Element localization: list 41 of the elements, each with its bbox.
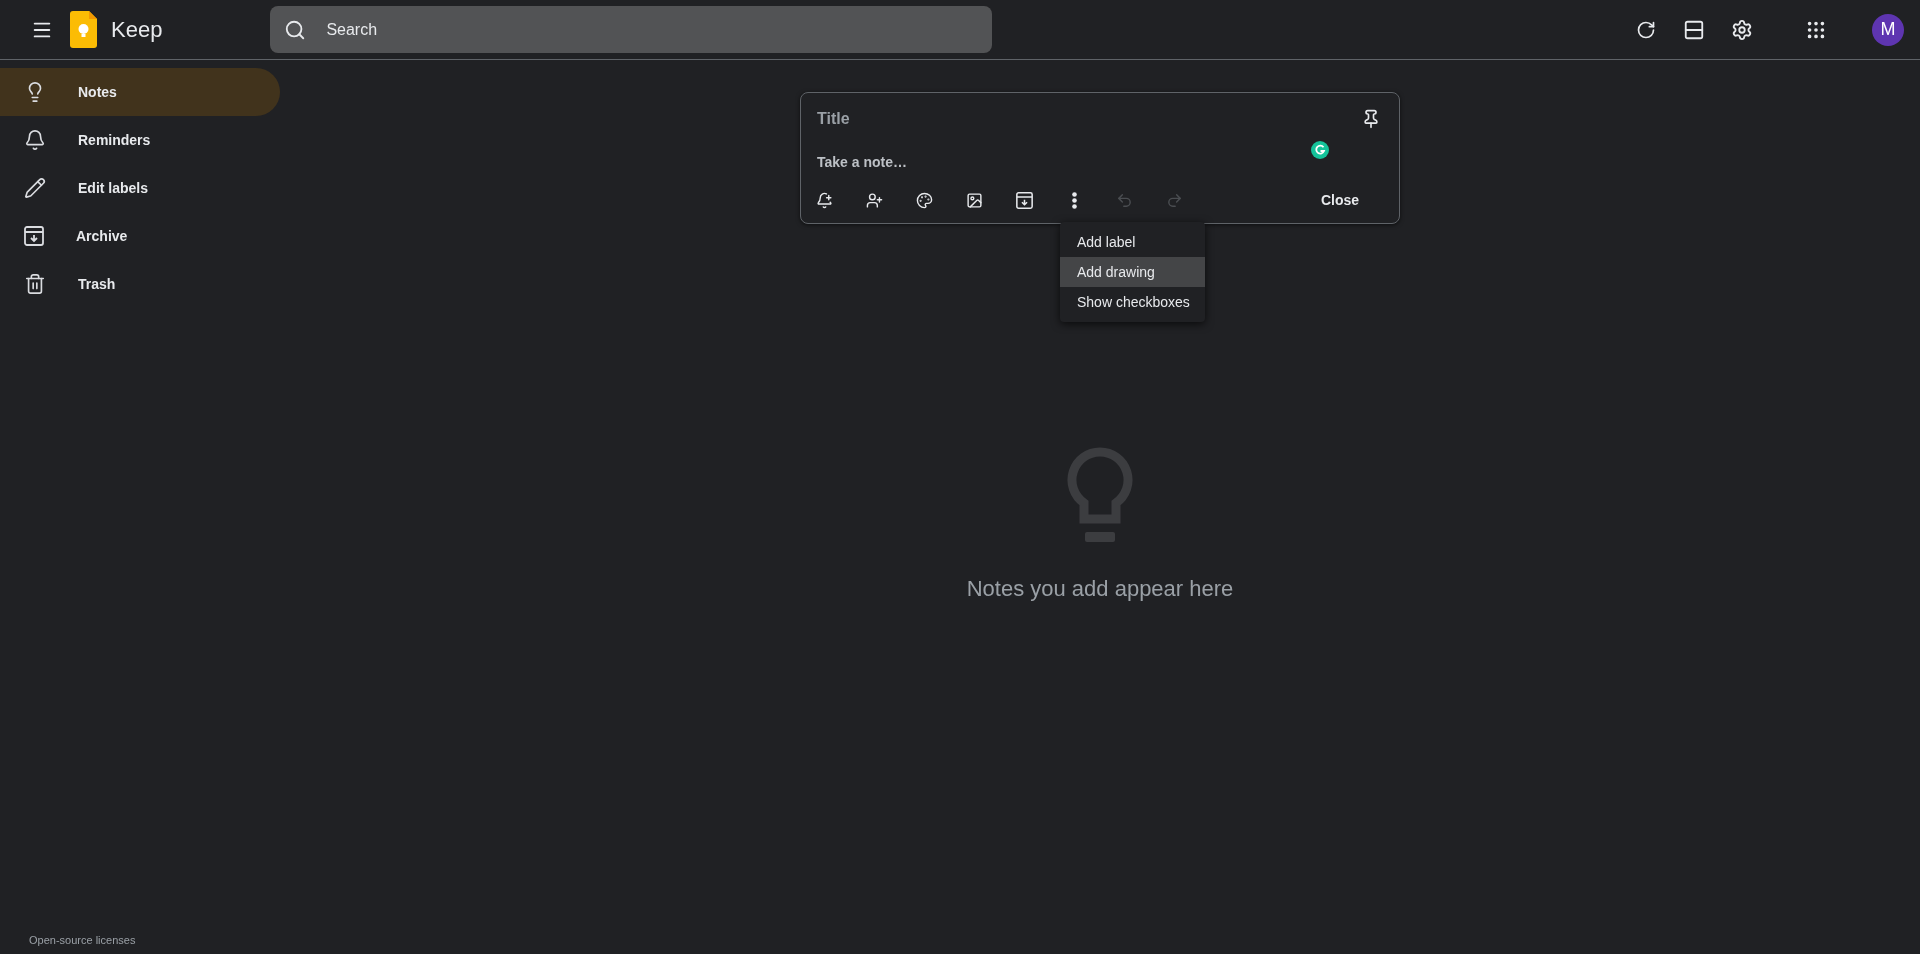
bell-icon <box>24 129 46 151</box>
bell-plus-icon <box>815 191 833 209</box>
person-plus-icon <box>865 191 883 209</box>
pencil-icon <box>24 177 46 199</box>
list-view-icon <box>1683 18 1705 41</box>
grammarly-icon[interactable] <box>1311 141 1329 159</box>
image-icon <box>965 191 983 209</box>
refresh-icon <box>1636 19 1656 40</box>
sidebar-item[interactable]: Reminders <box>0 116 280 164</box>
keep-logo-icon <box>70 11 97 48</box>
licenses-link[interactable]: Open-source licenses <box>29 934 136 946</box>
redo-icon <box>1165 191 1183 209</box>
app-name: Keep <box>111 16 163 43</box>
sidebar-item-label: Archive <box>76 228 128 244</box>
sidebar-item[interactable]: Trash <box>0 260 280 308</box>
sidebar-item-label: Reminders <box>78 132 151 148</box>
menu-item[interactable]: Add drawing <box>1060 257 1205 287</box>
archive-icon <box>24 226 44 246</box>
sidebar-item[interactable]: Notes <box>0 68 280 116</box>
sidebar-item[interactable]: Archive <box>0 212 280 260</box>
search-field[interactable]: Search <box>324 19 979 40</box>
title-field[interactable]: Title <box>817 105 1353 133</box>
sidebar-item-label: Notes <box>78 84 117 100</box>
menu-item[interactable]: Show checkboxes <box>1060 287 1205 317</box>
close-button[interactable]: Close <box>1296 184 1383 216</box>
more-icon <box>1071 191 1077 209</box>
empty-message: Notes you add appear here <box>966 576 1234 602</box>
trash-icon <box>24 273 46 295</box>
menu-item[interactable]: Add label <box>1060 227 1205 257</box>
settings-icon <box>1731 18 1753 41</box>
note-field[interactable]: Take a note… <box>817 147 1311 177</box>
search-icon <box>284 18 307 41</box>
pin-icon <box>1361 109 1381 129</box>
search-bar[interactable]: Search <box>270 6 993 53</box>
undo-icon <box>1115 191 1133 209</box>
sidebar-item-label: Edit labels <box>78 180 149 196</box>
palette-icon <box>915 191 933 209</box>
archive-icon <box>1015 191 1033 209</box>
sidebar-item[interactable]: Edit labels <box>0 164 280 212</box>
avatar[interactable]: M <box>1872 13 1904 46</box>
sidebar-item-label: Trash <box>78 276 116 292</box>
